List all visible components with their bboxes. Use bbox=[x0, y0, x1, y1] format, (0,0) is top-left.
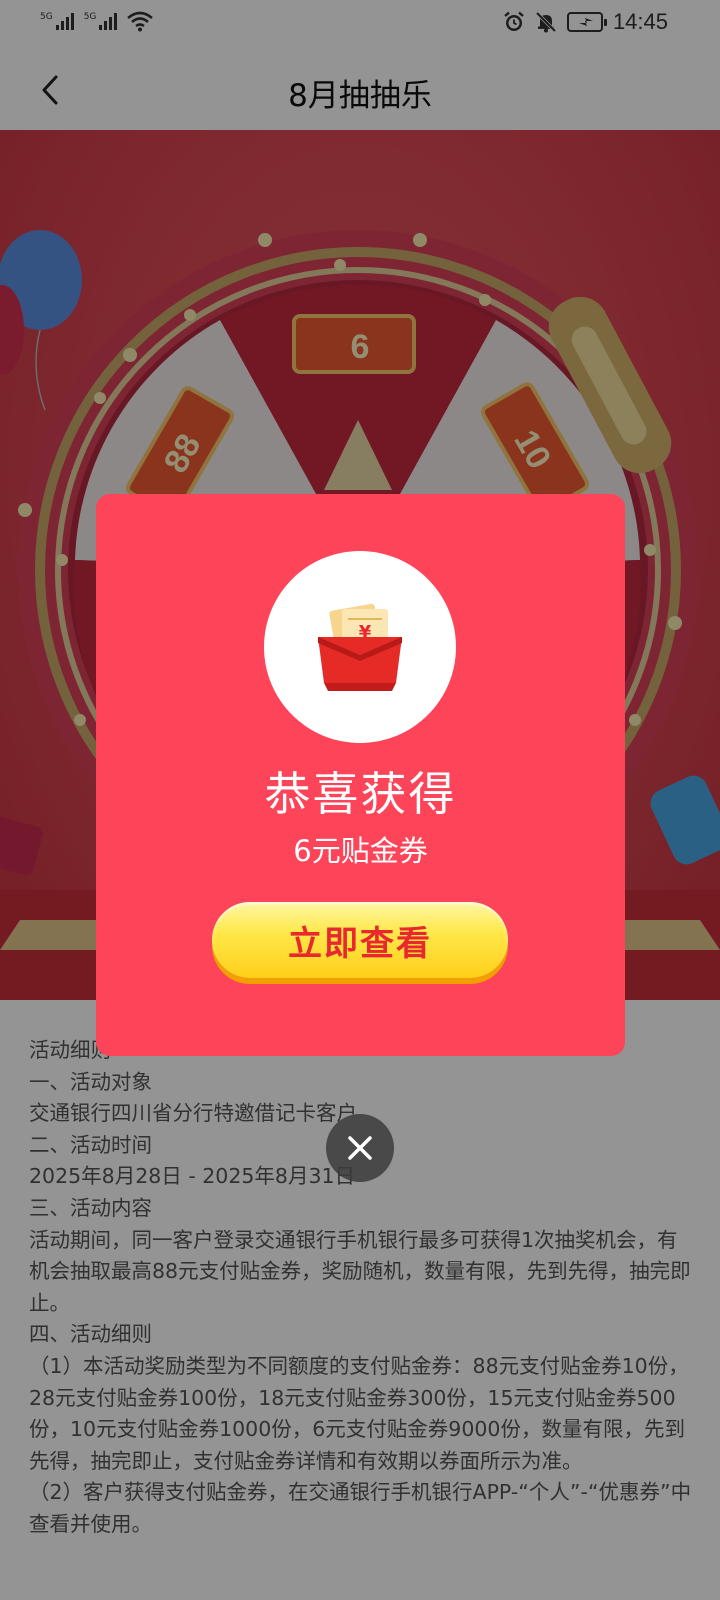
close-modal-button[interactable] bbox=[326, 1114, 394, 1182]
prize-name: 6元贴金券 bbox=[293, 834, 428, 868]
prize-icon-circle: ¥ bbox=[264, 551, 456, 743]
modal-title: 恭喜获得 bbox=[264, 767, 457, 821]
view-now-button[interactable]: 立即查看 bbox=[212, 902, 508, 978]
prize-modal: ¥ 恭喜获得 6元贴金券 立即查看 bbox=[96, 494, 625, 1056]
close-icon bbox=[348, 1136, 372, 1160]
red-envelope-coupon-icon: ¥ bbox=[318, 603, 402, 691]
view-now-label: 立即查看 bbox=[288, 923, 432, 964]
